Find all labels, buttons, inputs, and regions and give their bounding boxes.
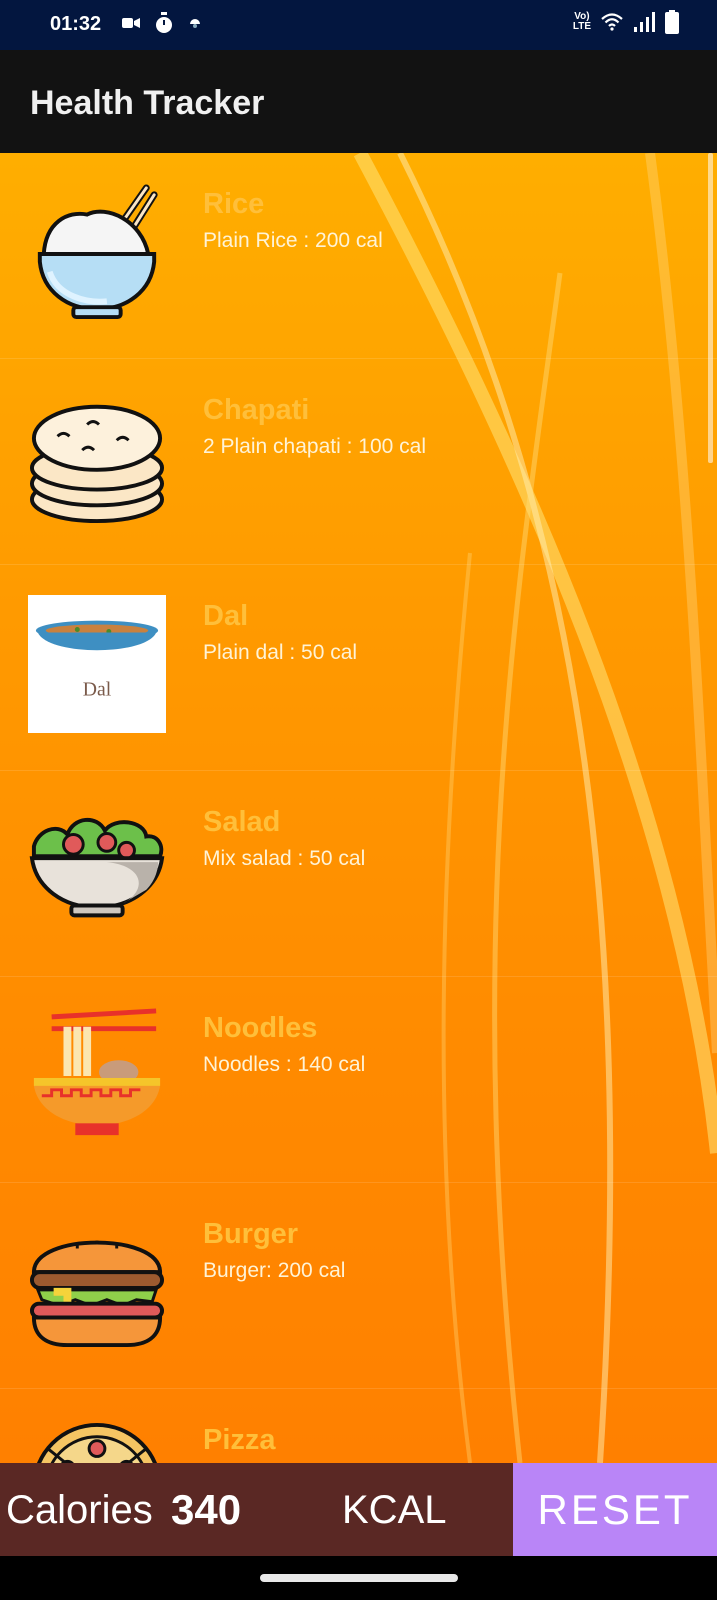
app-title: Health Tracker [30,84,265,122]
food-item-name: Chapati [203,394,310,426]
battery-icon [665,10,679,34]
food-item-pizza[interactable]: Pizza [0,1389,717,1463]
timer-icon [156,12,172,33]
status-bar: 01:32 Vo) LTE [0,0,717,50]
food-item-chapati[interactable]: Chapati 2 Plain chapati : 100 cal [0,359,717,565]
calories-label: Calories [6,1488,153,1532]
volte-icon: Vo) LTE [573,12,591,32]
dal-icon-caption: Dal [83,679,112,701]
salad-bowl-icon [29,818,165,918]
food-item-name: Pizza [203,1424,276,1456]
food-item-desc: 2 Plain chapati : 100 cal [203,435,426,458]
food-item-desc: Plain Rice : 200 cal [203,229,383,252]
status-time: 01:32 [50,13,102,35]
food-item-name: Burger [203,1218,299,1250]
pizza-icon [36,1422,158,1463]
app-notification-icon [190,19,200,28]
volte-bottom-text: LTE [572,21,591,32]
food-item-desc: Plain dal : 50 cal [203,641,358,664]
food-item-burger[interactable]: Burger Burger: 200 cal [0,1183,717,1389]
wifi-icon [601,13,623,31]
food-item-dal[interactable]: Dal Dal Plain dal : 50 cal [0,565,717,771]
food-item-salad[interactable]: Salad Mix salad : 50 cal [0,771,717,977]
navigation-bar [0,1556,717,1600]
food-item-noodles[interactable]: Noodles Noodles : 140 cal [0,977,717,1183]
scrollbar-thumb[interactable] [708,153,713,463]
food-item-name: Noodles [203,1012,318,1044]
signal-icon [634,12,655,32]
food-item-desc: Mix salad : 50 cal [203,847,366,870]
status-left-icons [122,12,202,34]
home-gesture-pill[interactable] [260,1574,458,1582]
video-camera-icon [122,18,140,28]
food-item-name: Rice [203,188,265,220]
calorie-summary-bar: Calories 340 KCAL RESET [0,1463,717,1556]
food-item-name: Dal [203,600,249,632]
burger-icon [29,1240,165,1348]
status-right-icons: Vo) LTE [573,10,679,34]
calories-value: 340 [171,1486,242,1533]
reset-button[interactable]: RESET [513,1463,717,1556]
food-item-desc: Noodles : 140 cal [203,1053,366,1076]
kcal-unit-label: KCAL [342,1488,447,1532]
chapati-icon [29,404,165,524]
rice-bowl-icon [37,184,158,320]
food-item-rice[interactable]: Rice Plain Rice : 200 cal [0,153,717,359]
food-item-name: Salad [203,806,281,838]
noodles-bowl-icon [33,1008,161,1136]
food-list: Rice Plain Rice : 200 cal Chapati 2 Plai… [0,153,717,1463]
food-item-desc: Burger: 200 cal [203,1259,346,1282]
food-list-container[interactable]: Rice Plain Rice : 200 cal Chapati 2 Plai… [0,153,717,1463]
dal-bowl-icon: Dal [28,595,166,733]
app-bar: Health Tracker [0,50,717,153]
